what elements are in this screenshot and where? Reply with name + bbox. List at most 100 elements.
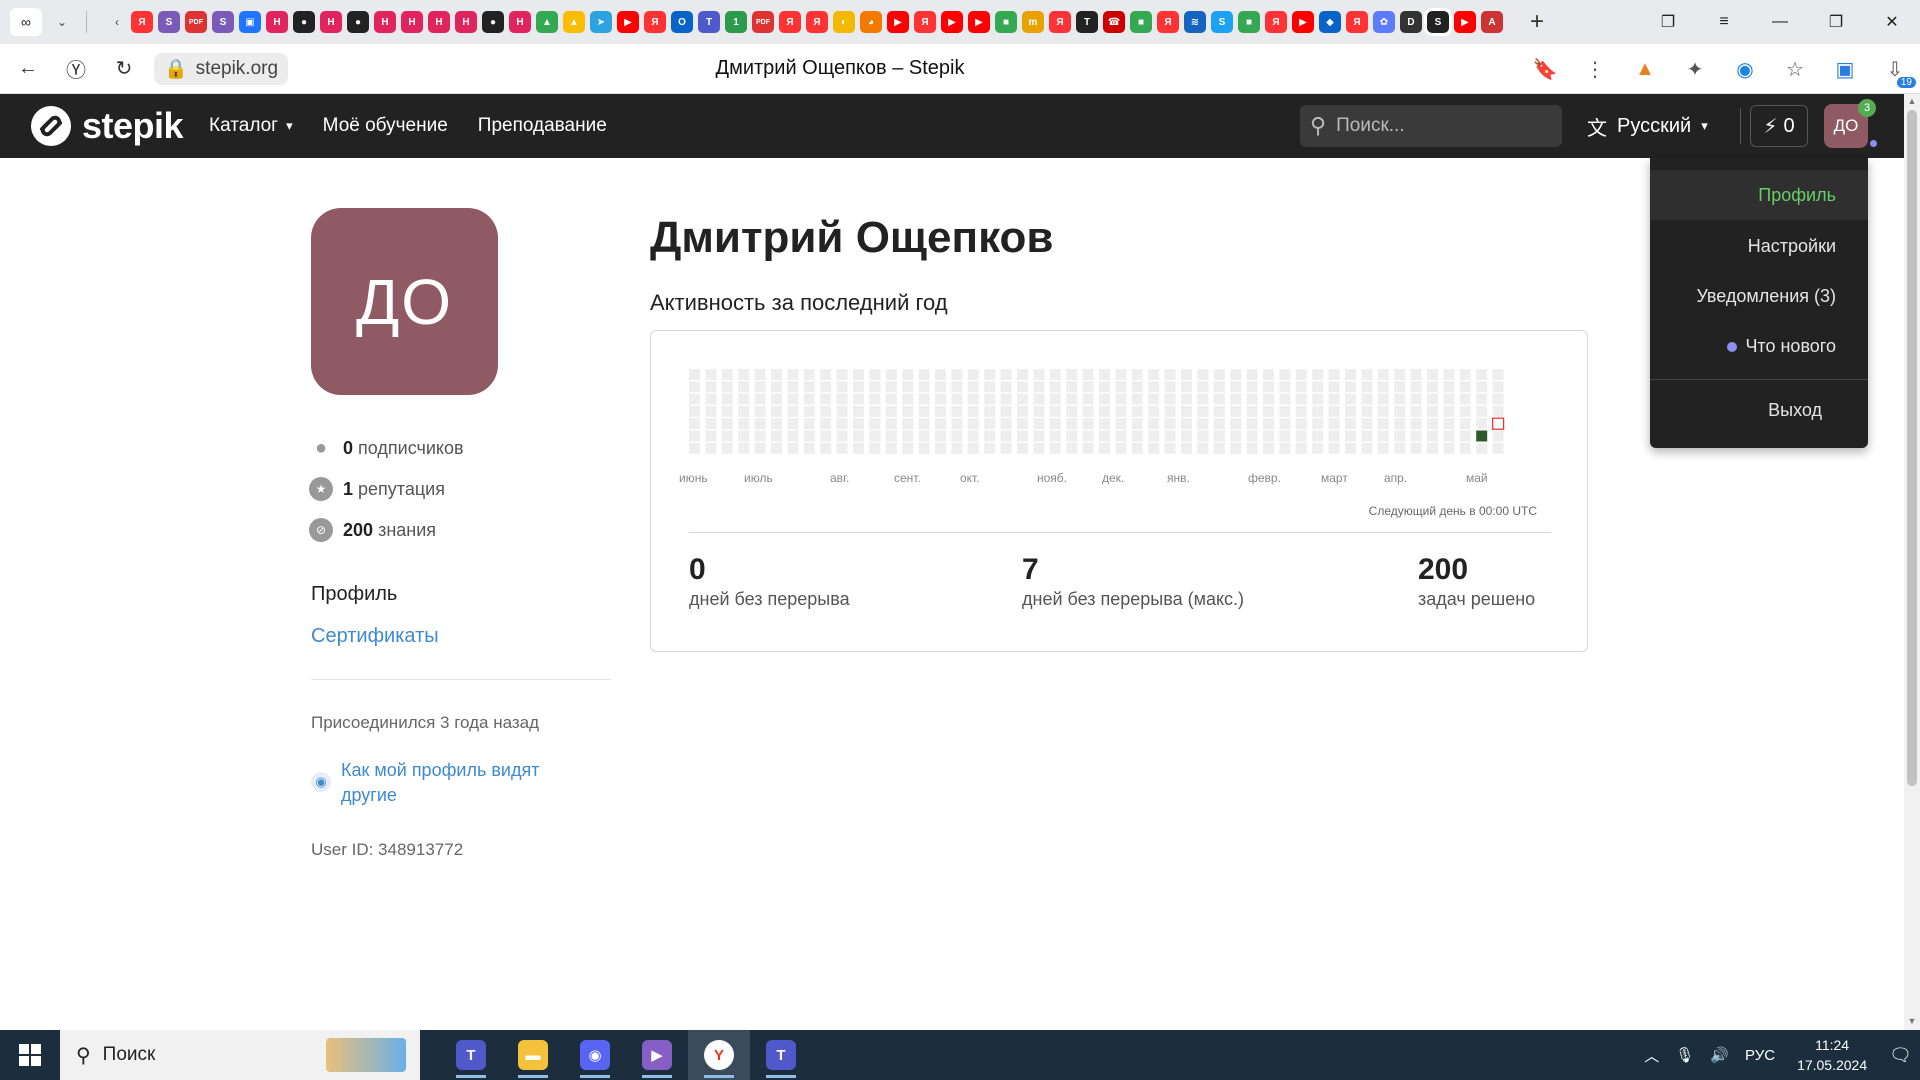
tab-favicon[interactable]: ▶ (1292, 11, 1314, 33)
tab-favicon[interactable]: ■ (1238, 11, 1260, 33)
puzzle-extension-icon[interactable]: ✦ (1670, 44, 1720, 94)
side-link-profile[interactable]: Профиль (311, 583, 397, 606)
tab-favicon[interactable]: S (158, 11, 180, 33)
nav-catalog[interactable]: Каталог ▾ (209, 115, 293, 137)
clock[interactable]: 11:24 17.05.2024 (1797, 1035, 1867, 1075)
tab-favicon[interactable]: D (1400, 11, 1422, 33)
tab-favicon[interactable]: Я (1157, 11, 1179, 33)
notifications-icon[interactable]: 🗨 (1889, 1045, 1912, 1066)
scroll-up-icon[interactable]: ▲ (1907, 96, 1917, 108)
taskbar-app-teams[interactable]: T (440, 1030, 502, 1080)
back-arrow-icon[interactable]: ← (8, 49, 48, 89)
tab-favicon[interactable]: T (698, 11, 720, 33)
tab-favicon[interactable]: PDF (752, 11, 774, 33)
menu-item-whats-new[interactable]: Что нового (1727, 336, 1836, 357)
taskbar-app-teams-2[interactable]: T (750, 1030, 812, 1080)
tab-favicon[interactable]: ● (347, 11, 369, 33)
tab-favicon[interactable]: Я (806, 11, 828, 33)
tab-favicon[interactable]: H (428, 11, 450, 33)
tab-favicon[interactable]: ✿ (1373, 11, 1395, 33)
translate-extension-icon[interactable]: ▣ (1820, 44, 1870, 94)
tab-favicon[interactable]: ≋ (1184, 11, 1206, 33)
tab-favicon[interactable]: H (455, 11, 477, 33)
minimize-button[interactable]: — (1752, 0, 1808, 44)
favorites-icon[interactable]: ☆ (1770, 44, 1820, 94)
tab-list-chevron-icon[interactable]: ⌄ (48, 8, 76, 36)
yandex-icon[interactable]: Ⓨ (56, 49, 96, 89)
microphone-icon[interactable]: 🎙 (1675, 1046, 1694, 1064)
tab-favicon[interactable]: A (1481, 11, 1503, 33)
taskbar-search[interactable]: ⚲ Поиск (60, 1030, 420, 1080)
tab-favicon[interactable]: ● (482, 11, 504, 33)
tab-favicon[interactable]: PDF (185, 11, 207, 33)
taskbar-app-discord[interactable]: ◉ (564, 1030, 626, 1080)
restore-button[interactable]: ❐ (1808, 0, 1864, 44)
nav-teaching[interactable]: Преподавание (478, 115, 607, 137)
tab-favicon[interactable]: ▲ (563, 11, 585, 33)
menu-item-profile[interactable]: Профиль (1758, 185, 1836, 206)
tray-chevron-icon[interactable]: ︿ (1644, 1045, 1659, 1066)
nav-my-learning[interactable]: Моё обучение (323, 115, 448, 137)
start-button[interactable] (0, 1030, 60, 1080)
tab-favicon[interactable]: ▶ (941, 11, 963, 33)
bookmark-icon[interactable]: 🔖 (1520, 44, 1570, 94)
energy-button[interactable]: ⚡ 0 (1750, 105, 1808, 147)
tab-favicon[interactable]: ☎ (1103, 11, 1125, 33)
taskbar-app-explorer[interactable]: ▬ (502, 1030, 564, 1080)
menu-item-notifications[interactable]: Уведомления (3) (1696, 286, 1836, 307)
collections-icon[interactable]: ❐ (1640, 0, 1696, 44)
side-link-certificates[interactable]: Сертификаты (311, 625, 439, 648)
tab-favicon[interactable]: ▶ (887, 11, 909, 33)
tab-favicon[interactable]: ● (293, 11, 315, 33)
tab-favicon[interactable]: H (266, 11, 288, 33)
tab-favicon[interactable]: ▶ (617, 11, 639, 33)
tab-favicon[interactable]: S (1211, 11, 1233, 33)
stepik-logo[interactable]: stepik (30, 105, 184, 147)
tab-favicon[interactable]: O (671, 11, 693, 33)
menu-item-logout[interactable]: Выход (1768, 400, 1822, 421)
tab-favicon[interactable]: ◆ (1319, 11, 1341, 33)
tab-favicon[interactable]: ■ (1130, 11, 1152, 33)
tab-favicon[interactable]: 1 (725, 11, 747, 33)
tab-favicon[interactable]: ▶ (1454, 11, 1476, 33)
tab-favicon[interactable]: H (320, 11, 342, 33)
tab-favicon[interactable]: ▶ (968, 11, 990, 33)
menu-item-settings[interactable]: Настройки (1748, 236, 1836, 257)
url-field[interactable]: 🔒 stepik.org (154, 52, 289, 85)
taskbar-app-yandex-browser[interactable]: Y (688, 1030, 750, 1080)
taskbar-app-visual-studio[interactable]: ▶ (626, 1030, 688, 1080)
tab-favicon[interactable]: Я (644, 11, 666, 33)
volume-icon[interactable]: 🔊 (1710, 1046, 1729, 1064)
tab-favicon[interactable]: Я (914, 11, 936, 33)
tab-favicon[interactable]: Я (1346, 11, 1368, 33)
input-language[interactable]: РУС (1745, 1047, 1775, 1064)
stepik-extension-icon[interactable]: ◉ (1720, 44, 1770, 94)
tab-favicon[interactable]: T (1076, 11, 1098, 33)
tab-favicon[interactable]: ▣ (239, 11, 261, 33)
back-tabs-chevron-icon[interactable]: ‹ (103, 8, 131, 36)
scroll-thumb[interactable] (1907, 110, 1917, 786)
tab-favicon[interactable]: ➤ (590, 11, 612, 33)
reload-icon[interactable]: ↻ (104, 49, 144, 89)
scroll-down-icon[interactable]: ▼ (1907, 1016, 1917, 1028)
page-scrollbar[interactable]: ▲ ▼ (1904, 94, 1920, 1030)
how-others-see-link[interactable]: ◉ Как мой профиль видят другие (311, 758, 571, 808)
tab-favicon[interactable]: Я (1049, 11, 1071, 33)
tab-favicon[interactable]: ■ (995, 11, 1017, 33)
tab-favicon[interactable]: m (1022, 11, 1044, 33)
tab-favicon[interactable]: S (1424, 8, 1452, 36)
tab-favicon[interactable]: S (212, 11, 234, 33)
infinity-icon[interactable]: ∞ (10, 8, 42, 36)
tab-favicon[interactable]: H (509, 11, 531, 33)
tab-favicon[interactable]: ◕ (860, 11, 882, 33)
downloads-icon[interactable]: ⇩ 19 (1870, 44, 1920, 94)
tab-favicon[interactable]: ▲ (536, 11, 558, 33)
search-input[interactable]: ⚲ Поиск... (1300, 105, 1562, 147)
tab-favicon[interactable]: H (374, 11, 396, 33)
more-vertical-icon[interactable]: ⋮ (1570, 44, 1620, 94)
metamask-fox-icon[interactable]: ▲ (1620, 44, 1670, 94)
close-button[interactable]: ✕ (1864, 0, 1920, 44)
tab-favicon[interactable]: ◐ (833, 11, 855, 33)
tab-favicon[interactable]: Я (779, 11, 801, 33)
followers-stat[interactable]: ● 0 подписчиков (309, 436, 464, 460)
